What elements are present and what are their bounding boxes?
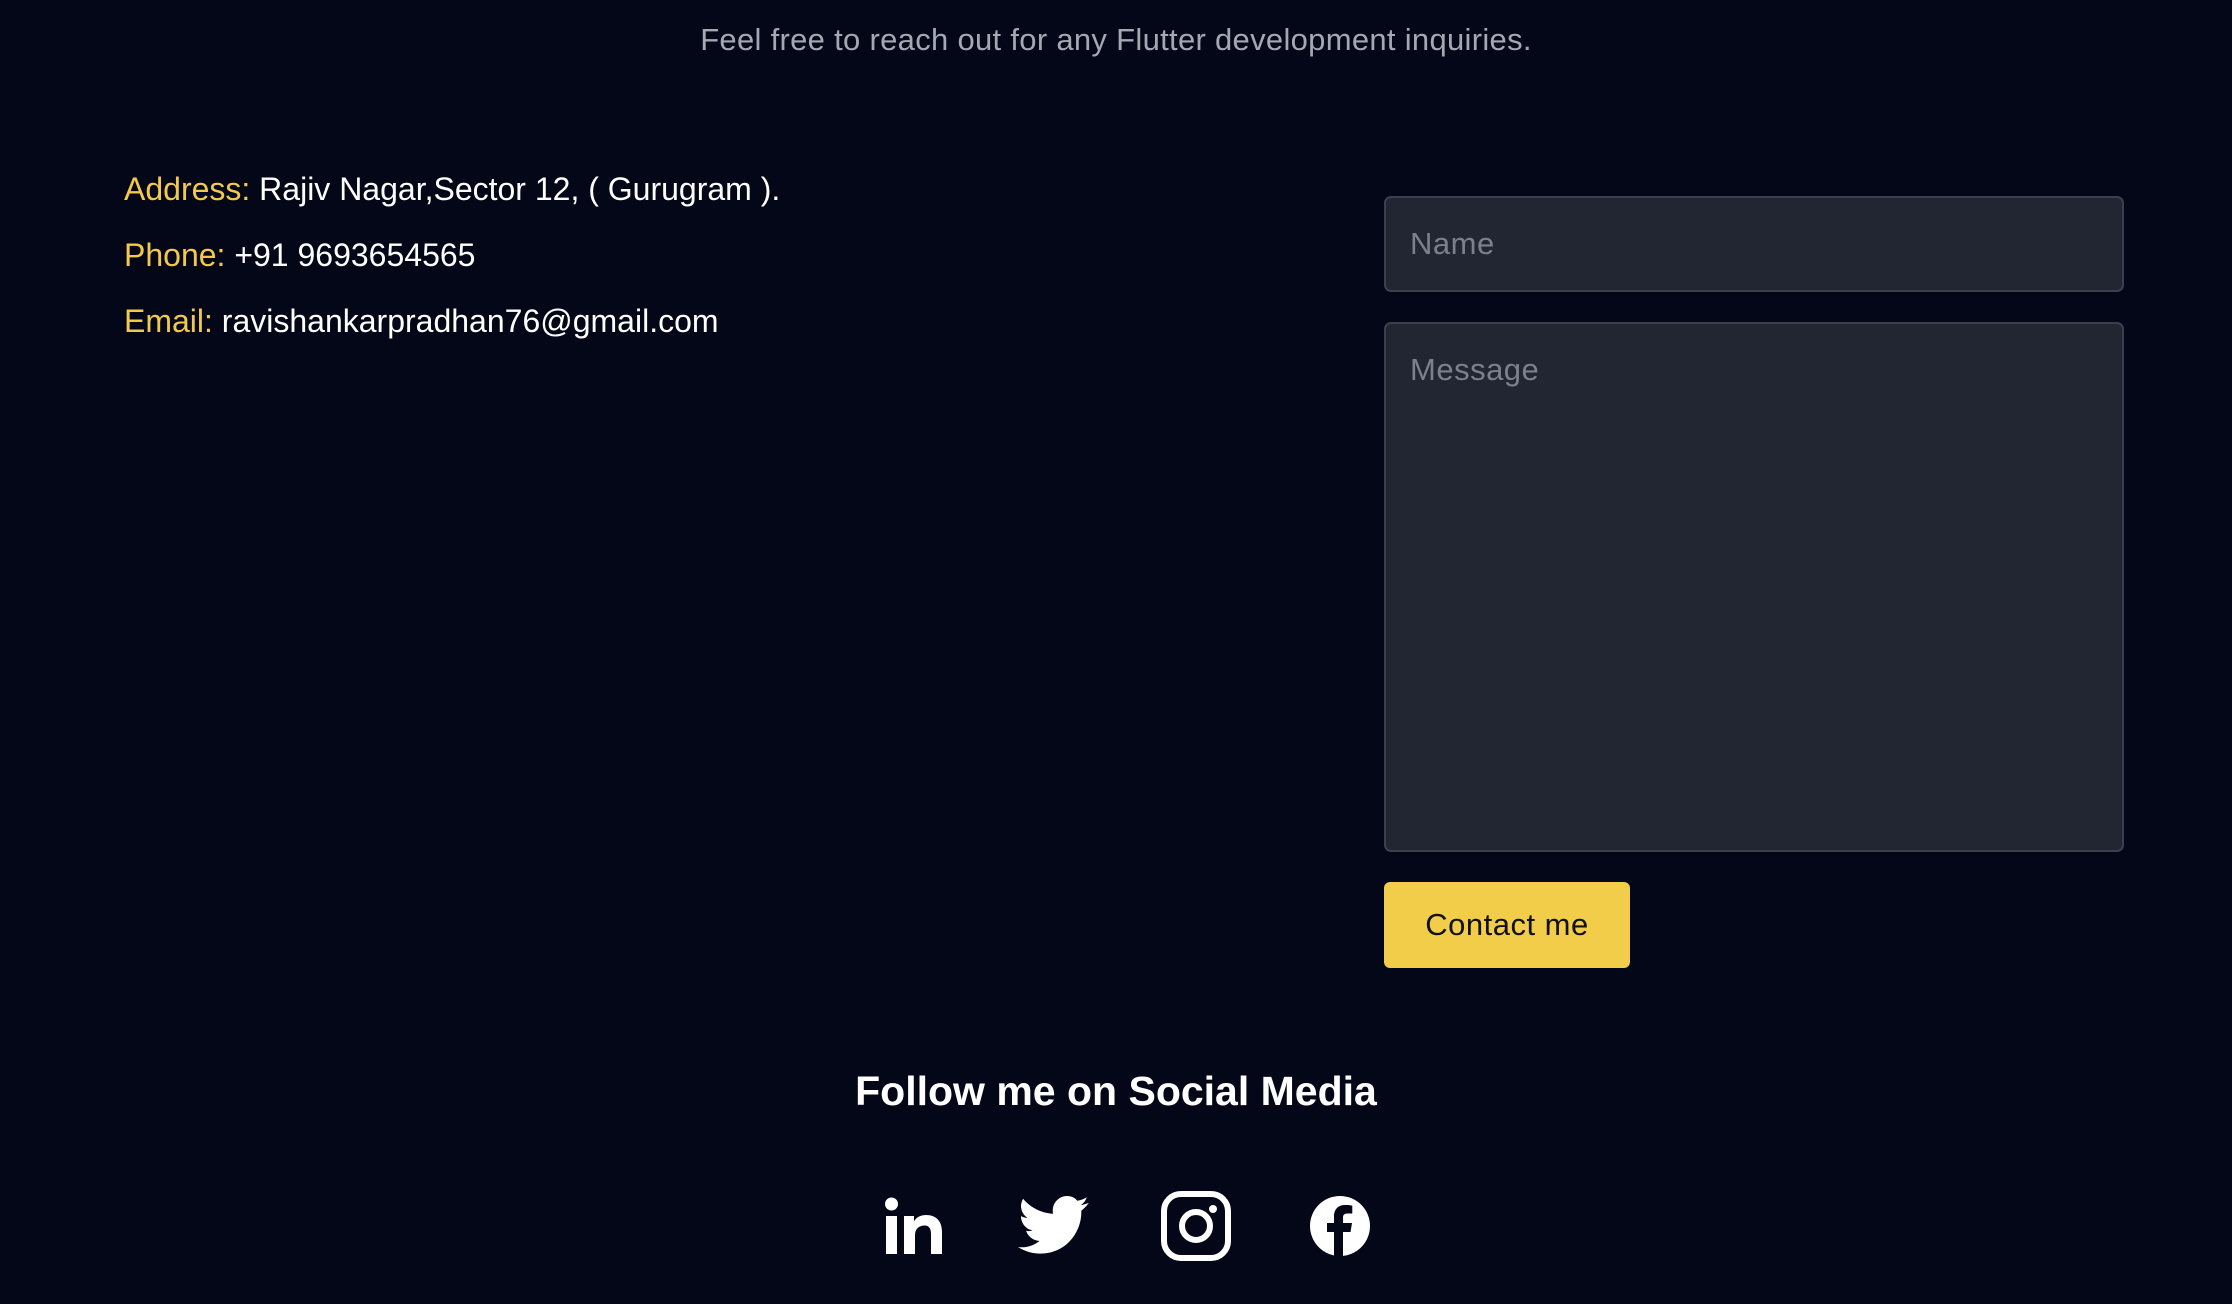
phone-label: Phone: [124, 237, 226, 273]
address-value: Rajiv Nagar,Sector 12, ( Gurugram ). [259, 171, 781, 207]
contact-form: Contact me [1384, 196, 2124, 968]
twitter-icon[interactable] [1016, 1188, 1092, 1264]
page-subtitle: Feel free to reach out for any Flutter d… [700, 22, 1532, 57]
phone-row: Phone: +91 9693654565 [124, 234, 780, 300]
social-title: Follow me on Social Media [855, 1068, 1377, 1114]
phone-value: +91 9693654565 [234, 237, 476, 273]
address-row: Address: Rajiv Nagar,Sector 12, ( Gurugr… [124, 168, 780, 234]
facebook-icon[interactable] [1302, 1188, 1378, 1264]
name-field[interactable] [1384, 196, 2124, 292]
instagram-icon[interactable] [1158, 1188, 1234, 1264]
address-label: Address: [124, 171, 251, 207]
email-label: Email: [124, 303, 213, 339]
message-field[interactable] [1384, 322, 2124, 852]
email-row: Email: ravishankarpradhan76@gmail.com [124, 300, 780, 366]
contact-me-button[interactable]: Contact me [1384, 882, 1630, 968]
contact-info: Address: Rajiv Nagar,Sector 12, ( Gurugr… [124, 168, 780, 366]
email-value: ravishankarpradhan76@gmail.com [221, 303, 719, 339]
social-icons [876, 1188, 1376, 1264]
linkedin-icon[interactable] [876, 1188, 952, 1264]
